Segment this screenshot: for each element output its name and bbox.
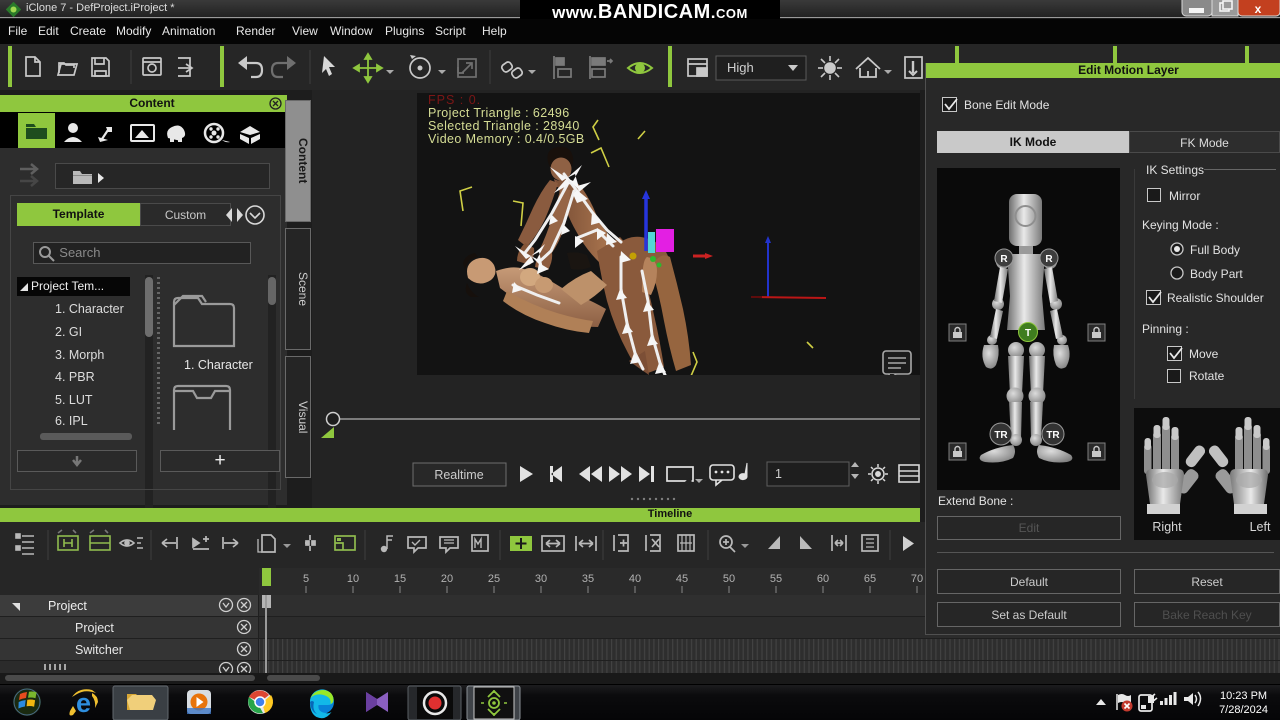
svg-text:25: 25 bbox=[488, 573, 500, 585]
svg-text:High: High bbox=[727, 60, 754, 75]
svg-text:Realtime: Realtime bbox=[434, 468, 483, 482]
svg-text:T: T bbox=[1025, 328, 1031, 339]
svg-text:40: 40 bbox=[629, 573, 641, 585]
svg-text:Switcher: Switcher bbox=[75, 643, 123, 657]
svg-text:65: 65 bbox=[864, 573, 876, 585]
svg-text:x: x bbox=[1255, 2, 1262, 16]
svg-text:60: 60 bbox=[817, 573, 829, 585]
svg-text:35: 35 bbox=[582, 573, 594, 585]
svg-text:20: 20 bbox=[441, 573, 453, 585]
svg-text:TR: TR bbox=[994, 430, 1008, 441]
svg-text:1: 1 bbox=[775, 467, 782, 481]
svg-text:50: 50 bbox=[723, 573, 735, 585]
svg-text:55: 55 bbox=[770, 573, 782, 585]
svg-text:10: 10 bbox=[347, 573, 359, 585]
svg-text:R: R bbox=[1000, 254, 1008, 265]
svg-text:FPS : 0.: FPS : 0. bbox=[428, 93, 481, 107]
svg-text:Video Memory : 0.4/0.5GB: Video Memory : 0.4/0.5GB bbox=[428, 132, 585, 146]
svg-text:30: 30 bbox=[535, 573, 547, 585]
svg-text:Project: Project bbox=[75, 621, 114, 635]
svg-text:45: 45 bbox=[676, 573, 688, 585]
svg-text:Selected Triangle : 28940: Selected Triangle : 28940 bbox=[428, 119, 580, 133]
svg-text:1. Character: 1. Character bbox=[184, 358, 253, 372]
svg-text:TR: TR bbox=[1046, 430, 1060, 441]
svg-text:5: 5 bbox=[303, 573, 309, 585]
svg-text:Right: Right bbox=[1152, 520, 1182, 534]
svg-text:15: 15 bbox=[394, 573, 406, 585]
svg-text:Project Triangle : 62496: Project Triangle : 62496 bbox=[428, 106, 570, 120]
svg-text:R: R bbox=[1045, 254, 1053, 265]
svg-text:70: 70 bbox=[911, 573, 923, 585]
svg-text:Left: Left bbox=[1250, 520, 1271, 534]
svg-text:Project: Project bbox=[48, 599, 87, 613]
